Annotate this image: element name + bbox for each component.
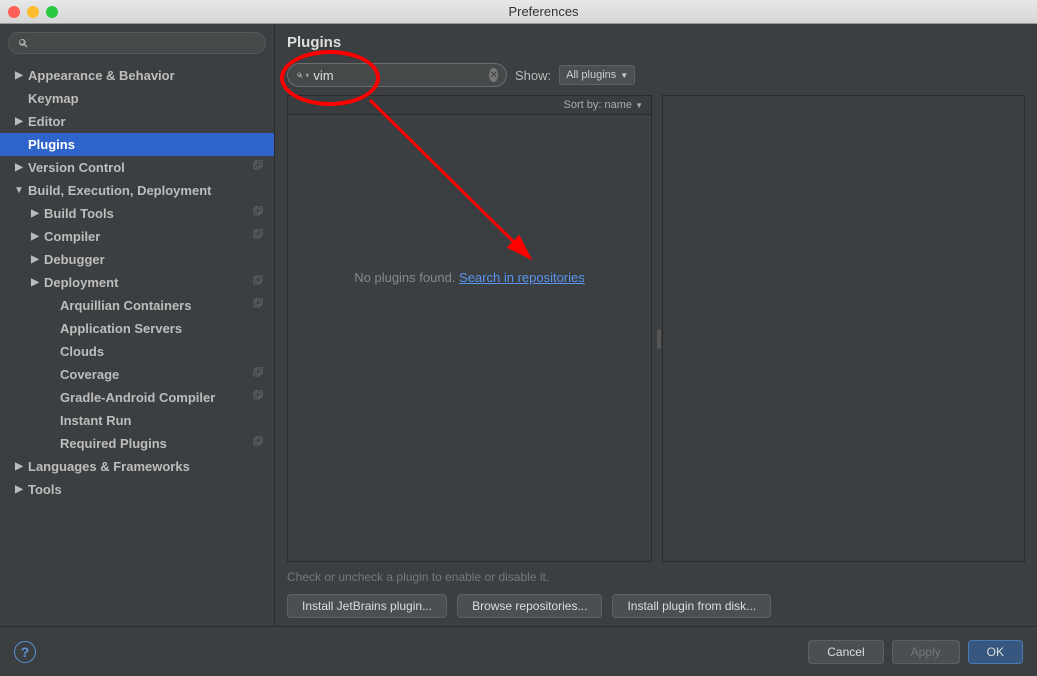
zoom-window-button[interactable] xyxy=(46,6,58,18)
sidebar-item-clouds[interactable]: Clouds xyxy=(0,340,274,363)
sidebar-item-required-plugins[interactable]: Required Plugins xyxy=(0,432,274,455)
sidebar-item-application-servers[interactable]: Application Servers xyxy=(0,317,274,340)
sidebar: ▶ Appearance & Behavior Keymap ▶ Editor Plugi… xyxy=(0,24,275,626)
window-title: Preferences xyxy=(58,4,1029,19)
sidebar-item-label: Clouds xyxy=(60,344,104,359)
project-level-icon xyxy=(252,160,264,175)
search-icon xyxy=(296,69,303,81)
project-level-icon xyxy=(252,206,264,221)
project-level-icon xyxy=(252,367,264,382)
disclosure-chevron: ▶ xyxy=(30,277,40,288)
project-level-icon xyxy=(252,436,264,451)
plugin-search-field[interactable]: ▾ ✕ xyxy=(287,63,507,87)
sidebar-item-appearance-behavior[interactable]: ▶ Appearance & Behavior xyxy=(0,64,274,87)
clear-search-button[interactable]: ✕ xyxy=(489,68,498,82)
panel-resize-handle[interactable] xyxy=(657,329,661,349)
help-button[interactable]: ? xyxy=(14,641,36,663)
page-title: Plugins xyxy=(287,34,1025,51)
sidebar-item-label: Deployment xyxy=(44,275,118,290)
project-level-icon xyxy=(252,298,264,313)
sidebar-item-label: Version Control xyxy=(28,160,125,175)
sidebar-item-plugins[interactable]: Plugins xyxy=(0,133,274,156)
sidebar-item-label: Build Tools xyxy=(44,206,114,221)
plugin-list-panel: Sort by: name ▼ No plugins found. Search… xyxy=(287,95,652,562)
sidebar-item-tools[interactable]: ▶ Tools xyxy=(0,478,274,501)
plugin-detail-panel xyxy=(662,95,1025,562)
titlebar: Preferences xyxy=(0,0,1037,24)
sidebar-search-wrap xyxy=(0,24,274,62)
sidebar-item-deployment[interactable]: ▶ Deployment xyxy=(0,271,274,294)
sidebar-item-label: Gradle-Android Compiler xyxy=(60,390,215,405)
sidebar-item-coverage[interactable]: Coverage xyxy=(0,363,274,386)
disclosure-chevron: ▼ xyxy=(14,185,24,196)
sort-label: Sort by: name xyxy=(564,99,632,111)
sidebar-item-label: Build, Execution, Deployment xyxy=(28,183,211,198)
chevron-down-icon: ▼ xyxy=(635,101,643,110)
sidebar-item-debugger[interactable]: ▶ Debugger xyxy=(0,248,274,271)
cancel-button[interactable]: Cancel xyxy=(808,640,883,664)
close-window-button[interactable] xyxy=(8,6,20,18)
sidebar-item-build-execution-deployment[interactable]: ▼ Build, Execution, Deployment xyxy=(0,179,274,202)
disclosure-chevron: ▶ xyxy=(14,116,24,127)
sidebar-item-label: Application Servers xyxy=(60,321,182,336)
install-jetbrains-plugin-button[interactable]: Install JetBrains plugin... xyxy=(287,594,447,618)
disclosure-chevron: ▶ xyxy=(30,254,40,265)
sidebar-item-label: Languages & Frameworks xyxy=(28,459,190,474)
disclosure-chevron: ▶ xyxy=(14,162,24,173)
show-label: Show: xyxy=(515,68,551,83)
disclosure-chevron: ▶ xyxy=(14,484,24,495)
sidebar-item-version-control[interactable]: ▶ Version Control xyxy=(0,156,274,179)
sidebar-item-label: Editor xyxy=(28,114,66,129)
project-level-icon xyxy=(252,275,264,290)
sidebar-item-label: Required Plugins xyxy=(60,436,167,451)
sidebar-item-arquillian-containers[interactable]: Arquillian Containers xyxy=(0,294,274,317)
minimize-window-button[interactable] xyxy=(27,6,39,18)
plugin-list: No plugins found. Search in repositories xyxy=(287,114,652,562)
sidebar-item-build-tools[interactable]: ▶ Build Tools xyxy=(0,202,274,225)
disclosure-chevron: ▶ xyxy=(30,208,40,219)
sidebar-item-label: Tools xyxy=(28,482,62,497)
show-filter-combo[interactable]: All plugins ▼ xyxy=(559,65,635,85)
disclosure-chevron: ▶ xyxy=(14,461,24,472)
sidebar-item-label: Compiler xyxy=(44,229,100,244)
sidebar-item-editor[interactable]: ▶ Editor xyxy=(0,110,274,133)
disclosure-chevron: ▶ xyxy=(14,70,24,81)
sidebar-item-keymap[interactable]: Keymap xyxy=(0,87,274,110)
sidebar-item-instant-run[interactable]: Instant Run xyxy=(0,409,274,432)
ok-button[interactable]: OK xyxy=(968,640,1023,664)
main-panel: Plugins ▾ ✕ Show: All plugins ▼ Sort by:… xyxy=(275,24,1037,626)
browse-repositories-button[interactable]: Browse repositories... xyxy=(457,594,602,618)
sidebar-item-label: Keymap xyxy=(28,91,79,106)
disclosure-chevron: ▶ xyxy=(30,231,40,242)
preferences-tree: ▶ Appearance & Behavior Keymap ▶ Editor Plugi… xyxy=(0,62,274,626)
search-in-repositories-link[interactable]: Search in repositories xyxy=(459,270,585,285)
sidebar-item-languages-frameworks[interactable]: ▶ Languages & Frameworks xyxy=(0,455,274,478)
search-icon xyxy=(17,37,29,49)
install-from-disk-button[interactable]: Install plugin from disk... xyxy=(612,594,771,618)
sidebar-item-label: Coverage xyxy=(60,367,119,382)
hint-text: Check or uncheck a plugin to enable or d… xyxy=(287,570,1025,584)
project-level-icon xyxy=(252,390,264,405)
project-level-icon xyxy=(252,229,264,244)
sidebar-item-label: Arquillian Containers xyxy=(60,298,191,313)
sidebar-item-gradle-android-compiler[interactable]: Gradle-Android Compiler xyxy=(0,386,274,409)
chevron-down-icon: ▼ xyxy=(620,71,628,80)
sidebar-item-compiler[interactable]: ▶ Compiler xyxy=(0,225,274,248)
no-results-text: No plugins found. xyxy=(354,270,459,285)
apply-button[interactable]: Apply xyxy=(892,640,960,664)
sort-header[interactable]: Sort by: name ▼ xyxy=(287,95,652,114)
sidebar-item-label: Debugger xyxy=(44,252,105,267)
show-filter-value: All plugins xyxy=(566,69,616,81)
sidebar-item-label: Plugins xyxy=(28,137,75,152)
sidebar-search-input[interactable] xyxy=(8,32,266,54)
sidebar-item-label: Instant Run xyxy=(60,413,132,428)
footer: ? Cancel Apply OK xyxy=(0,626,1037,676)
search-options-caret[interactable]: ▾ xyxy=(305,71,309,80)
sidebar-item-label: Appearance & Behavior xyxy=(28,68,175,83)
plugin-search-input[interactable] xyxy=(313,68,489,83)
